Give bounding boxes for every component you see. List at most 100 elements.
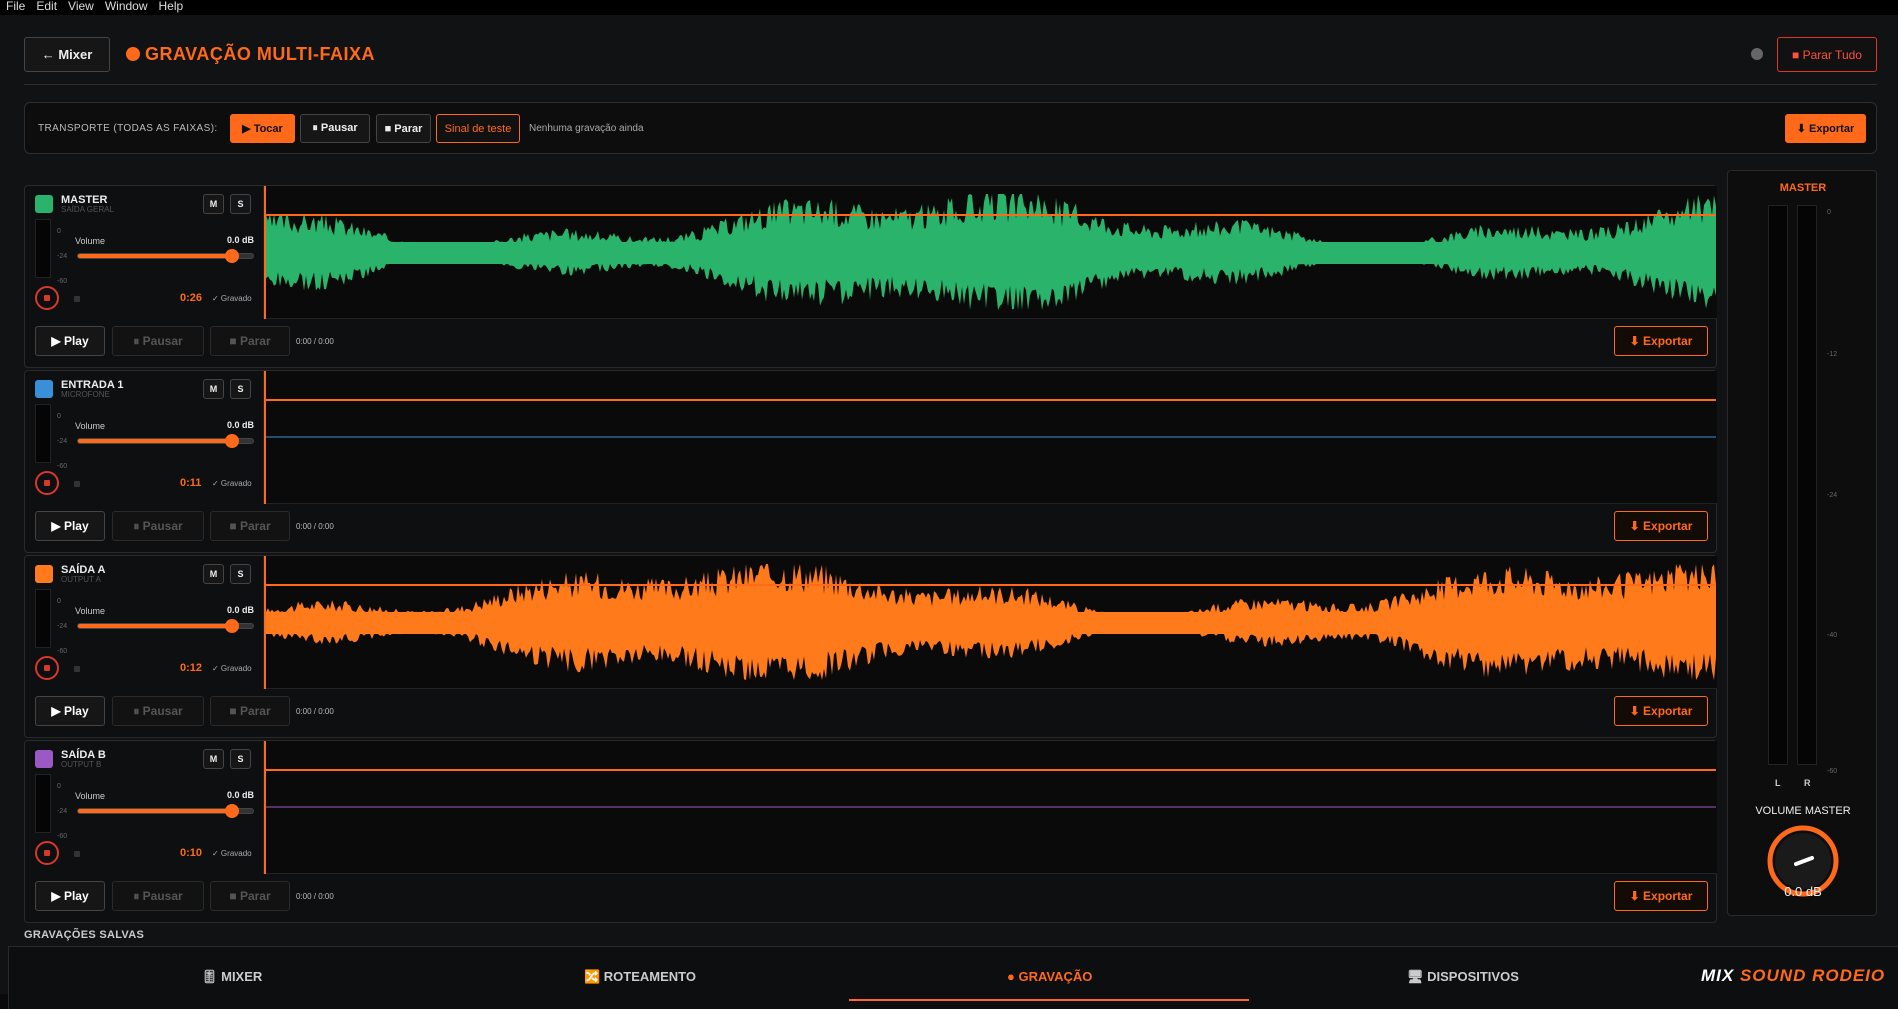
- transport-label: TRANSPORTE (TODAS AS FAIXAS):: [38, 123, 218, 134]
- menu-edit[interactable]: Edit: [36, 0, 57, 15]
- divider: [24, 84, 1877, 85]
- track-play-button[interactable]: ▶ Play: [35, 696, 105, 726]
- track-color-swatch[interactable]: [35, 195, 53, 213]
- page-title-text: GRAVAÇÃO MULTI-FAIXA: [145, 44, 375, 64]
- track-pause-button[interactable]: ⏸ Pausar: [112, 326, 204, 356]
- volume-master-value: 0.0 dB: [1784, 884, 1822, 899]
- record-time: 0:26: [180, 292, 203, 304]
- volume-label: Volume: [75, 606, 106, 616]
- volume-slider-fill: [78, 254, 232, 258]
- menu-view[interactable]: View: [68, 0, 94, 15]
- track-stop-button[interactable]: ■ Parar: [210, 696, 290, 726]
- track-level-meter: [35, 589, 51, 648]
- track-color-swatch[interactable]: [35, 750, 53, 768]
- nav-mixer[interactable]: 🎚 MIXER: [201, 969, 262, 985]
- solo-button[interactable]: S: [230, 564, 251, 584]
- mute-button[interactable]: M: [203, 749, 224, 769]
- volume-db: 0.0 dB: [227, 235, 255, 245]
- track-color-swatch[interactable]: [35, 380, 53, 398]
- brand-part2: SOUND RODEIO: [1739, 966, 1886, 985]
- volume-db: 0.0 dB: [227, 420, 255, 430]
- waveform-area[interactable]: [264, 556, 1717, 689]
- track-stop-button[interactable]: ■ Parar: [210, 326, 290, 356]
- transport-export-button[interactable]: ⬇ Exportar: [1785, 114, 1866, 143]
- stop-all-button[interactable]: ■ Parar Tudo: [1777, 37, 1877, 72]
- solo-button[interactable]: S: [230, 379, 251, 399]
- track-export-button[interactable]: ⬇ Exportar: [1614, 881, 1708, 911]
- record-arm-icon[interactable]: [74, 296, 80, 302]
- record-arm-icon[interactable]: [74, 666, 80, 672]
- mute-button[interactable]: M: [203, 194, 224, 214]
- track-stop-button[interactable]: ■ Parar: [210, 511, 290, 541]
- track-play-button[interactable]: ▶ Play: [35, 881, 105, 911]
- mute-button[interactable]: M: [203, 564, 224, 584]
- menu-file[interactable]: File: [6, 0, 25, 15]
- track-export-button[interactable]: ⬇ Exportar: [1614, 696, 1708, 726]
- volume-slider-handle[interactable]: [225, 804, 239, 818]
- volume-label: Volume: [75, 236, 106, 246]
- meter-tick: -60: [57, 648, 68, 655]
- meter-ticks: 0 -24 -60: [57, 589, 67, 664]
- waveform-area[interactable]: [264, 186, 1717, 319]
- transport-stop-button[interactable]: ■ Parar: [376, 114, 431, 143]
- track-color-swatch[interactable]: [35, 565, 53, 583]
- record-button[interactable]: [35, 656, 59, 680]
- master-tick: -12: [1827, 351, 1838, 358]
- volume-db: 0.0 dB: [227, 790, 255, 800]
- record-button[interactable]: [35, 286, 59, 310]
- meter-tick: -60: [57, 833, 68, 840]
- solo-button[interactable]: S: [230, 749, 251, 769]
- volume-slider[interactable]: [77, 249, 254, 263]
- volume-slider[interactable]: [77, 434, 254, 448]
- volume-master-label: VOLUME MASTER: [1755, 805, 1851, 817]
- nav-gravacao[interactable]: ● GRAVAÇÃO: [1007, 969, 1092, 984]
- volume-slider[interactable]: [77, 804, 254, 818]
- master-panel: MASTER 0 -12 -24 -40 -60 L R VOLUME MAST…: [1727, 170, 1877, 916]
- track-play-button[interactable]: ▶ Play: [35, 511, 105, 541]
- record-arm-icon[interactable]: [74, 851, 80, 857]
- track-pause-button[interactable]: ⏸ Pausar: [112, 696, 204, 726]
- record-arm-icon[interactable]: [74, 481, 80, 487]
- track-playback-bar: ▶ Play ⏸ Pausar ■ Parar 0:00 / 0:00 ⬇ Export…: [25, 874, 1716, 922]
- waveform-area[interactable]: [264, 741, 1717, 874]
- record-status: ✓ Gravado: [212, 664, 252, 673]
- transport-play-button[interactable]: ▶ Tocar: [230, 114, 295, 143]
- track-time: 0:00 / 0:00: [296, 707, 334, 716]
- volume-slider-handle[interactable]: [225, 434, 239, 448]
- waveform-area[interactable]: [264, 371, 1717, 504]
- meter-right-label: R: [1804, 778, 1811, 788]
- volume-slider-handle[interactable]: [225, 249, 239, 263]
- transport-bar: TRANSPORTE (TODAS AS FAIXAS): ▶ Tocar ⏸ …: [24, 102, 1877, 154]
- record-button[interactable]: [35, 471, 59, 495]
- track-controls: SAÍDA B OUTPUT B M S 0 -24 -60 Volume 0.0 dB 0:10…: [25, 741, 264, 874]
- menu-window[interactable]: Window: [105, 0, 148, 15]
- record-time: 0:10: [180, 847, 203, 859]
- test-signal-button[interactable]: Sinal de teste: [436, 114, 520, 143]
- brand-logo: MIX SOUND RODEIO: [1701, 966, 1885, 986]
- record-button[interactable]: [35, 841, 59, 865]
- nav-roteamento[interactable]: 🔀 ROTEAMENTO: [584, 969, 696, 985]
- track-export-button[interactable]: ⬇ Exportar: [1614, 326, 1708, 356]
- volume-label: Volume: [75, 791, 106, 801]
- track-subtitle: OUTPUT A: [61, 575, 101, 584]
- meter-ticks: 0 -24 -60: [57, 404, 67, 479]
- track-export-button[interactable]: ⬇ Exportar: [1614, 511, 1708, 541]
- nav-dispositivos[interactable]: 🖥 DISPOSITIVOS: [1407, 969, 1519, 985]
- track-pause-button[interactable]: ⏸ Pausar: [112, 881, 204, 911]
- track-controls: SAÍDA A OUTPUT A M S 0 -24 -60 Volume 0.0 dB 0:12…: [25, 556, 264, 689]
- track-play-button[interactable]: ▶ Play: [35, 326, 105, 356]
- meter-tick: -24: [57, 438, 68, 445]
- menu-help[interactable]: Help: [159, 0, 184, 15]
- waveform-canvas: [264, 741, 1716, 874]
- track-stop-button[interactable]: ■ Parar: [210, 881, 290, 911]
- volume-slider-handle[interactable]: [225, 619, 239, 633]
- track-pause-button[interactable]: ⏸ Pausar: [112, 511, 204, 541]
- track-subtitle: OUTPUT B: [61, 760, 102, 769]
- track-controls: ENTRADA 1 MICROFONE M S 0 -24 -60 Volume 0.0 dB 0…: [25, 371, 264, 504]
- master-tick: 0: [1827, 209, 1831, 216]
- transport-pause-button[interactable]: ⏸ Pausar: [300, 114, 370, 143]
- volume-slider[interactable]: [77, 619, 254, 633]
- back-to-mixer-button[interactable]: ← Mixer: [24, 37, 110, 72]
- solo-button[interactable]: S: [230, 194, 251, 214]
- mute-button[interactable]: M: [203, 379, 224, 399]
